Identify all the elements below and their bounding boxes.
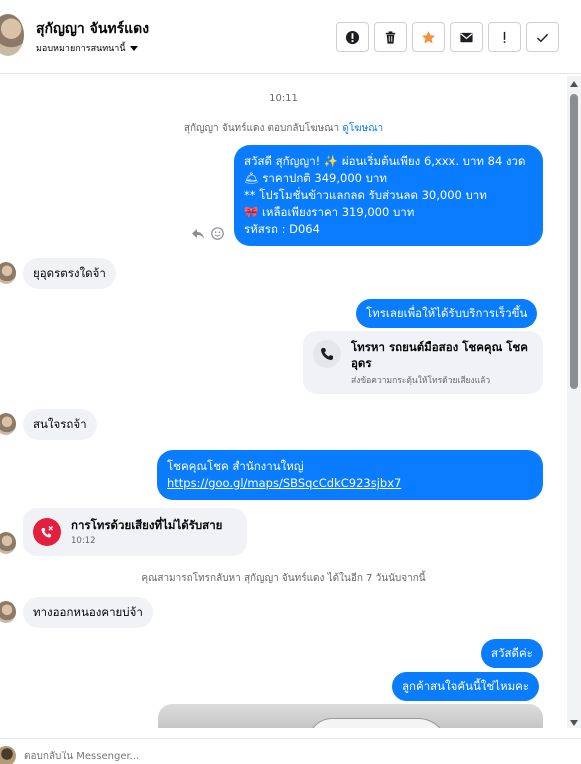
assign-conversation-dropdown[interactable]: มอบหมายการสนทนานี้ — [36, 41, 138, 55]
thread-scrollbar[interactable] — [567, 76, 581, 728]
timestamp: 10:11 — [269, 93, 298, 104]
missed-call-time: 10:12 — [71, 536, 96, 546]
call-card-title: โทรหา รถยนต์มือสอง โชคคุณ โชค อุดร — [351, 340, 528, 370]
contact-avatar-small — [0, 532, 16, 554]
scroll-thumb[interactable] — [570, 94, 578, 389]
reply-input[interactable] — [24, 751, 524, 762]
outgoing-message[interactable]: โทรเลยเพื่อให้ได้รับบริการเร็วขึ้น — [356, 299, 538, 328]
phone-icon — [313, 340, 341, 368]
incoming-message[interactable]: ทางออกหนองคายบ่จ้า — [23, 597, 153, 628]
mail-icon — [460, 32, 473, 42]
report-button[interactable] — [336, 22, 369, 52]
incoming-message[interactable]: สนใจรถจ้า — [23, 409, 97, 440]
contact-avatar-small — [0, 262, 16, 284]
assign-label: มอบหมายการสนทนานี้ — [36, 44, 126, 54]
missed-call-card[interactable]: การโทรด้วยเสียงที่ไม่ได้รับสาย 10:12 — [23, 508, 247, 556]
scroll-down-arrow-icon[interactable] — [570, 720, 578, 726]
missed-call-icon — [33, 518, 61, 546]
car-photo-attachment[interactable] — [158, 704, 543, 728]
contact-avatar[interactable] — [0, 14, 24, 56]
trash-icon — [385, 30, 396, 44]
outgoing-message[interactable]: ลูกค้าสนใจคันนี้ใช่ไหมคะ — [392, 672, 540, 701]
check-icon — [536, 33, 549, 42]
star-button[interactable] — [412, 22, 445, 52]
ad-line: 🎀 เหลือเพียงราคา 319,000 บาท — [244, 205, 415, 219]
mark-unread-button[interactable] — [450, 22, 483, 52]
ad-line: รหัสรถ : D064 — [244, 222, 320, 236]
call-request-card[interactable]: โทรหา รถยนต์มือสอง โชคคุณ โชค อุดร ส่งข้… — [303, 331, 543, 394]
exclamation-icon — [503, 31, 506, 43]
emoji-react-icon[interactable] — [211, 227, 224, 240]
callback-note: คุณสามารถโทรกลับหา สุกัญญา จันทร์แดง ได้… — [141, 573, 426, 584]
contact-name[interactable]: สุกัญญา จันทร์แดง — [36, 18, 149, 40]
ad-line: สวัสดี สุกัญญา! ✨ ผ่อนเริ่มต้นเพียง 6,xx… — [244, 154, 526, 168]
ad-line: ** โปรโมชั่นข้าวแลกลด รับส่วนลด 30,000 บ… — [244, 188, 487, 202]
scroll-up-arrow-icon[interactable] — [570, 81, 578, 87]
mark-done-button[interactable] — [526, 22, 559, 52]
delete-button[interactable] — [374, 22, 407, 52]
report-icon — [345, 30, 360, 44]
conversation-toolbar — [336, 22, 559, 52]
contact-avatar-small — [0, 413, 16, 435]
chevron-down-icon — [129, 45, 138, 51]
ad-reply-note-text: สุกัญญา จันทร์แดง ตอบกลับโฆษณา — [183, 123, 340, 134]
contact-avatar-small — [0, 601, 16, 623]
location-name: โชคคุณโชค สำนักงานใหญ่ — [167, 459, 304, 473]
ad-reply-note: สุกัญญา จันทร์แดง ตอบกลับโฆษณา ดูโฆษณา — [0, 121, 567, 136]
reply-icon[interactable] — [191, 228, 205, 240]
message-actions — [191, 227, 224, 240]
car-image — [308, 718, 448, 728]
mark-important-button[interactable] — [488, 22, 521, 52]
page-avatar — [0, 746, 16, 764]
call-card-subtitle: ส่งข้อความกระตุ้นให้โทรด้วยเสียงแล้ว — [351, 376, 491, 386]
conversation-header: สุกัญญา จันทร์แดง มอบหมายการสนทนานี้ — [0, 0, 581, 74]
view-ad-link[interactable]: ดูโฆษณา — [342, 123, 383, 134]
outgoing-message-location[interactable]: โชคคุณโชค สำนักงานใหญ่ https://goo.gl/ma… — [157, 450, 543, 500]
outgoing-message-ad[interactable]: สวัสดี สุกัญญา! ✨ ผ่อนเริ่มต้นเพียง 6,xx… — [234, 145, 543, 246]
message-thread[interactable]: 10:11 สุกัญญา จันทร์แดง ตอบกลับโฆษณา ดูโ… — [0, 76, 567, 728]
ad-line: 🛎 ราคาปกติ 349,000 บาท — [244, 171, 387, 185]
outgoing-message[interactable]: สวัสดีค่ะ — [481, 639, 543, 668]
missed-call-title: การโทรด้วยเสียงที่ไม่ได้รับสาย — [71, 518, 223, 532]
map-link[interactable]: https://goo.gl/maps/SBSqcCdkC923sjbx7 — [167, 475, 533, 492]
incoming-message[interactable]: ยุอุดรตรงใดจ้า — [23, 258, 116, 289]
message-composer — [0, 738, 581, 764]
star-icon — [421, 30, 436, 43]
